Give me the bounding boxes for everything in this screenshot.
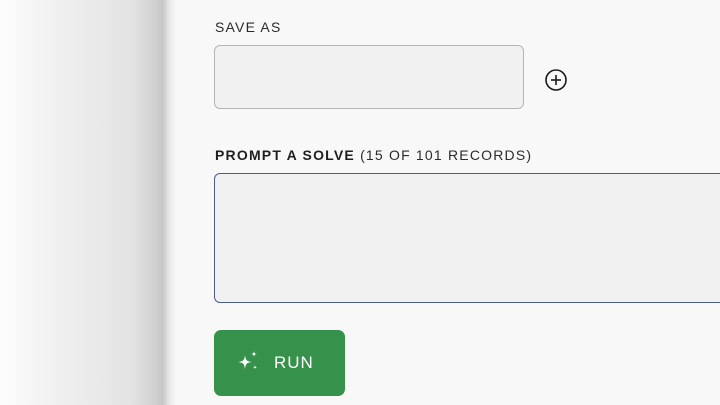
prompt-textarea[interactable] [214, 173, 720, 303]
prompt-label-count: (15 OF 101 RECORDS) [360, 147, 533, 163]
save-as-input[interactable] [214, 45, 524, 109]
save-as-label: SAVE AS [215, 19, 282, 35]
plus-circle-icon [545, 69, 567, 91]
sparkle-icon [234, 349, 262, 377]
page: SAVE AS PROMPT A SOLVE (15 OF 101 RECORD… [0, 0, 720, 405]
run-button[interactable]: RUN [214, 330, 345, 396]
run-button-label: RUN [274, 353, 314, 372]
side-panel [0, 0, 175, 405]
prompt-label-title: PROMPT A SOLVE [215, 147, 355, 163]
add-button[interactable] [544, 68, 568, 92]
prompt-label: PROMPT A SOLVE (15 OF 101 RECORDS) [215, 147, 532, 163]
form-panel: SAVE AS PROMPT A SOLVE (15 OF 101 RECORD… [175, 0, 720, 405]
